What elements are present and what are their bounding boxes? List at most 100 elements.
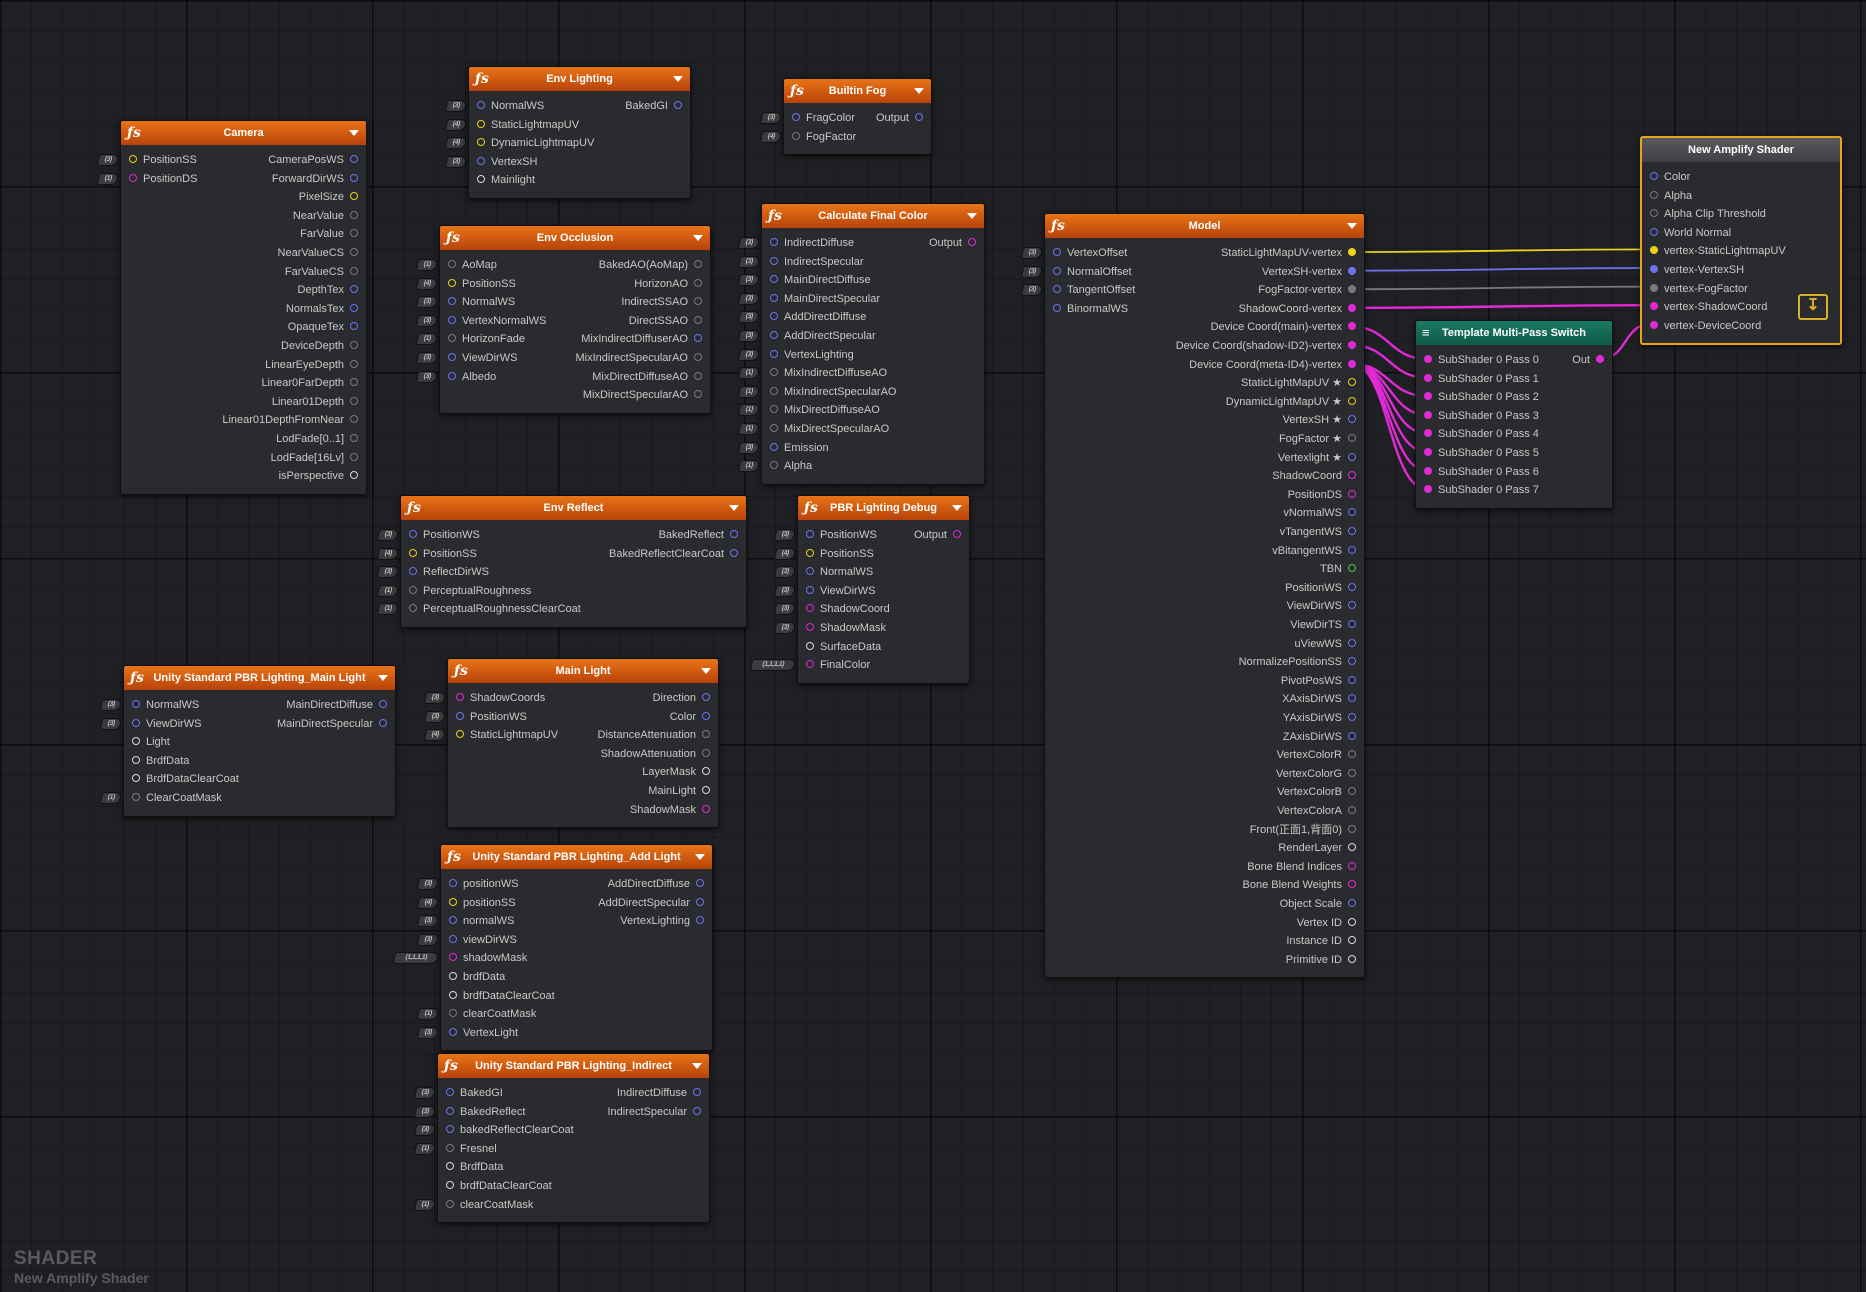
pin-icon[interactable]: [1424, 466, 1432, 475]
pin-icon[interactable]: [770, 368, 778, 377]
input-port[interactable]: MainDirectDiffuse: [770, 271, 871, 289]
pin-icon[interactable]: [409, 585, 417, 594]
default-value-stub[interactable]: (3): [1020, 265, 1044, 278]
node-header[interactable]: New Amplify Shader: [1642, 138, 1840, 162]
input-port[interactable]: HorizonFade: [448, 330, 525, 348]
default-value-stub[interactable]: (3): [415, 296, 439, 309]
pin-icon[interactable]: [1650, 190, 1658, 199]
pin-icon[interactable]: [806, 604, 814, 613]
output-port[interactable]: VertexLighting: [620, 912, 704, 930]
default-value-stub[interactable]: (3): [376, 529, 400, 541]
pin-icon[interactable]: [806, 660, 814, 669]
output-port[interactable]: ShadowAttenuation: [601, 745, 710, 763]
pin-icon[interactable]: [806, 623, 814, 632]
pin-icon[interactable]: [446, 1106, 454, 1115]
pin-icon[interactable]: [770, 293, 778, 302]
pin-icon[interactable]: [350, 155, 358, 164]
pin-icon[interactable]: [1348, 322, 1356, 331]
pin-icon[interactable]: [449, 953, 457, 962]
input-port[interactable]: VertexLighting: [770, 346, 854, 364]
chevron-down-icon[interactable]: [729, 505, 739, 511]
input-port[interactable]: SurfaceData: [806, 638, 881, 656]
input-port[interactable]: ShadowMask: [806, 619, 886, 637]
output-port[interactable]: Output: [914, 526, 961, 544]
default-value-stub[interactable]: (4): [759, 130, 783, 143]
node-indirect-pbr[interactable]: ƒs Unity Standard PBR Lighting_Indirect Ba…: [437, 1053, 710, 1224]
pin-icon[interactable]: [696, 916, 704, 925]
pin-icon[interactable]: [1348, 341, 1356, 350]
pin-icon[interactable]: [1348, 824, 1356, 833]
node-header[interactable]: ≡ Template Multi-Pass Switch: [1416, 321, 1612, 345]
output-port[interactable]: Device Coord(main)-vertex: [1211, 318, 1356, 336]
pin-icon[interactable]: [770, 331, 778, 340]
default-value-stub[interactable]: (3): [737, 274, 761, 287]
pin-icon[interactable]: [702, 711, 710, 720]
input-port[interactable]: SubShader 0 Pass 6: [1424, 463, 1539, 481]
default-value-stub[interactable]: (3): [413, 1087, 437, 1099]
pin-icon[interactable]: [694, 315, 702, 324]
pin-icon[interactable]: [702, 767, 710, 776]
output-port[interactable]: Object Scale: [1280, 895, 1356, 913]
input-port[interactable]: ReflectDirWS: [409, 563, 489, 581]
output-port[interactable]: StaticLightMapUV-vertex: [1221, 244, 1356, 262]
pin-icon[interactable]: [1348, 285, 1356, 294]
pin-icon[interactable]: [1348, 564, 1356, 573]
output-port[interactable]: FarValue: [300, 225, 358, 243]
chevron-down-icon[interactable]: [349, 130, 359, 136]
pin-icon[interactable]: [1348, 768, 1356, 777]
pin-icon[interactable]: [674, 101, 682, 110]
input-port[interactable]: vertex-ShadowCoord: [1650, 298, 1767, 316]
default-value-stub[interactable]: (1): [415, 259, 439, 271]
pin-icon[interactable]: [448, 353, 456, 362]
chevron-down-icon[interactable]: [378, 675, 388, 681]
pin-icon[interactable]: [448, 315, 456, 324]
pin-icon[interactable]: [449, 972, 457, 981]
output-port[interactable]: DirectSSAO: [629, 312, 702, 330]
default-value-stub[interactable]: (3): [415, 352, 439, 364]
pin-icon[interactable]: [730, 530, 738, 539]
pin-icon[interactable]: [448, 334, 456, 343]
input-port[interactable]: PositionWS: [456, 708, 527, 726]
default-value-stub[interactable]: (4): [773, 547, 797, 560]
input-port[interactable]: positionWS: [449, 875, 519, 893]
output-port[interactable]: Instance ID: [1286, 932, 1356, 950]
pin-icon[interactable]: [1348, 266, 1356, 275]
pin-icon[interactable]: [1348, 508, 1356, 517]
node-env-lighting[interactable]: ƒs Env Lighting NormalWS StaticLightmapUV Dy…: [468, 66, 691, 199]
pin-icon[interactable]: [477, 156, 485, 165]
default-value-stub[interactable]: (3): [773, 529, 797, 541]
pin-icon[interactable]: [1348, 527, 1356, 536]
input-port[interactable]: ViewDirWS: [448, 349, 517, 367]
pin-icon[interactable]: [1348, 806, 1356, 815]
node-header[interactable]: ƒs Camera: [121, 121, 366, 145]
output-port[interactable]: XAxisDirWS: [1282, 690, 1356, 708]
input-port[interactable]: clearCoatMask: [446, 1196, 533, 1214]
output-port[interactable]: NearValueCS: [278, 244, 358, 262]
output-port[interactable]: FarValueCS: [285, 263, 358, 281]
pin-icon[interactable]: [350, 322, 358, 331]
save-shader-icon[interactable]: ↧: [1798, 294, 1828, 321]
output-port[interactable]: NearValue: [293, 207, 358, 225]
input-port[interactable]: clearCoatMask: [449, 1005, 536, 1023]
pin-icon[interactable]: [446, 1143, 454, 1152]
pin-icon[interactable]: [1650, 302, 1658, 311]
pin-icon[interactable]: [1650, 246, 1658, 255]
output-port[interactable]: FogFactor ★: [1279, 430, 1356, 448]
pin-icon[interactable]: [702, 804, 710, 813]
output-port[interactable]: Linear01Depth: [272, 393, 358, 411]
default-value-stub[interactable]: (1): [376, 584, 400, 597]
default-value-stub[interactable]: (1,1,1,1): [749, 659, 797, 672]
input-port[interactable]: PositionDS: [129, 170, 197, 188]
chevron-down-icon[interactable]: [673, 76, 683, 82]
input-port[interactable]: NormalWS: [477, 97, 544, 115]
output-port[interactable]: MixDirectDiffuseAO: [592, 368, 702, 386]
output-port[interactable]: DistanceAttenuation: [598, 726, 710, 744]
node-model[interactable]: ƒs Model VertexOffset NormalOffset TangentOf…: [1044, 213, 1365, 979]
input-port[interactable]: PositionSS: [806, 545, 874, 563]
output-port[interactable]: OpaqueTex: [288, 318, 358, 336]
input-port[interactable]: bakedReflectClearCoat: [446, 1121, 574, 1139]
chevron-down-icon[interactable]: [952, 505, 962, 511]
output-port[interactable]: vTangentWS: [1280, 523, 1356, 541]
chevron-down-icon[interactable]: [1347, 223, 1357, 229]
output-port[interactable]: Vertexlight ★: [1278, 449, 1356, 467]
